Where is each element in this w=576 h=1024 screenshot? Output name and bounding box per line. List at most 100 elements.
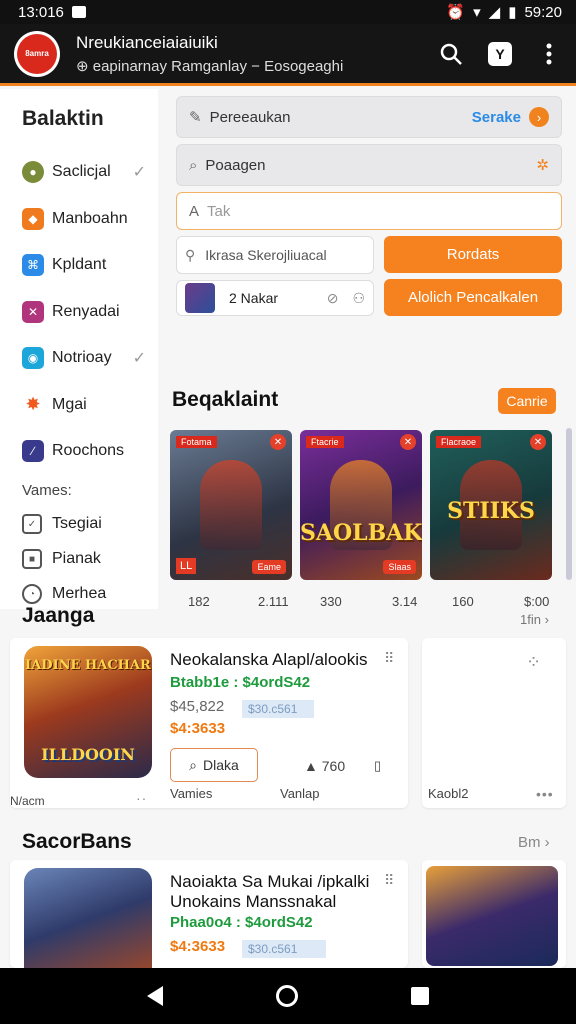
card-title: SAOLBAK [300, 520, 422, 546]
sidebar-subitem-0[interactable]: ✓ Tsegiai [22, 507, 158, 542]
app-icon: ⌘ [22, 254, 44, 277]
product-2-subtitle: Unokains Manssnakal [170, 892, 337, 911]
sidebar-item-2[interactable]: ⌘ Kpldant [22, 242, 158, 289]
featured-more-label: 1fin [520, 612, 541, 627]
notifications-icon[interactable]: Y [488, 41, 512, 66]
sidebar-item-4[interactable]: ◉ Notrioay ✓ [22, 335, 158, 382]
product-thumbnail[interactable]: IADINE HACHAR ILLDOOIN [24, 646, 152, 778]
product-panel-2[interactable]: Naoiakta Sa Mukai /ipkalki Unokains Mans… [10, 860, 408, 968]
sidebar-subitem-label: Pianak [52, 550, 101, 567]
sidebar-subitem-1[interactable]: ■ Pianak [22, 542, 158, 577]
sidebar-item-6[interactable]: ∕ Roochons [22, 428, 158, 475]
box-icon: ◆ [22, 207, 44, 230]
link-icon[interactable]: ⊘ [327, 290, 339, 307]
sidebar-item-1[interactable]: ◆ Manboahn [22, 196, 158, 243]
sidebar-item-0[interactable]: ● Saclicjal ✓ [22, 149, 158, 196]
more-dots-icon[interactable]: ·· [136, 790, 147, 806]
game-card-1[interactable]: Ftacrie ✕ SAOLBAK Slaas [300, 430, 422, 580]
side-panel-2[interactable] [422, 860, 566, 968]
sidebar-title: Balaktin [22, 107, 104, 130]
search-icon: ⌕ [189, 156, 198, 174]
more-vert-icon[interactable] [536, 41, 562, 67]
product-discount: $4:3633 [170, 720, 226, 737]
sidebar-item-5[interactable]: ✸ Mgai [22, 382, 158, 429]
gamepad-icon[interactable]: ⚇ [352, 290, 365, 307]
user-row[interactable]: 2 Nakar ⊘ ⚇ [176, 280, 374, 316]
field-4[interactable]: ⚲ Ikrasa Skerojliuacal [176, 236, 374, 274]
search-icon[interactable] [438, 41, 464, 67]
sword-icon: ✕ [530, 434, 546, 450]
sidebar-subitem-label: Tsegiai [52, 515, 102, 532]
card-tag: Flacraoe [436, 436, 482, 448]
sidebar-subitem-label: Merhea [52, 585, 107, 602]
product-2-price: Phaa0o4 : $4ordS42 [170, 914, 313, 931]
hero-image [200, 460, 262, 550]
grip-icon[interactable]: ⠿ [384, 872, 395, 889]
side-thumbnail[interactable] [426, 866, 558, 966]
product-thumbnail-2[interactable] [24, 868, 152, 968]
featured-more-link[interactable]: 1fin › [520, 612, 549, 627]
more-dots-icon[interactable]: ••• [536, 786, 554, 802]
gear-icon[interactable]: ✲ [536, 156, 549, 174]
check-icon: ✓ [132, 350, 146, 368]
card-1-label-left: 330 [320, 594, 342, 609]
home-icon[interactable] [275, 985, 298, 1007]
square-icon: ■ [22, 549, 42, 569]
app-bar: 8amra Nreukianceiaiaiuiki ⊕ eapinarnay R… [0, 24, 576, 86]
product-panel[interactable]: IADINE HACHAR ILLDOOIN Neokalanska Alapl… [10, 638, 408, 808]
card-1-label-right: 3.14 [392, 594, 418, 609]
card-2-label-right: $:00 [524, 594, 550, 609]
field-3[interactable]: A Tak [176, 192, 562, 230]
thumb-up-icon: ▲ [304, 758, 318, 774]
card-bottom-tag: Slaas [383, 560, 416, 574]
user-icon: A [189, 202, 200, 220]
arrow-right-icon[interactable]: › [529, 107, 549, 127]
product-title: Neokalanska Alapl/alookis [170, 650, 368, 669]
recents-icon[interactable] [411, 987, 430, 1005]
square-check-icon: ✓ [22, 514, 42, 534]
primary-button[interactable]: Rordats [384, 236, 562, 273]
system-nav-bar [0, 968, 576, 1024]
user-avatar [185, 283, 215, 313]
side-panel-label: Kaobl2 [428, 786, 469, 801]
secondary-button[interactable]: Alolich Pencalkalen [384, 279, 562, 316]
like-count[interactable]: ▲ 760 [304, 758, 345, 774]
field-1[interactable]: ✎ Pereeaukan Serake › [176, 96, 562, 138]
field-2[interactable]: ⌕ Poaagen ✲ [176, 144, 562, 186]
back-icon[interactable] [146, 986, 163, 1006]
app-logo[interactable]: 8amra [14, 30, 60, 77]
card-tag: Ftacrie [306, 436, 344, 448]
section3-more-link[interactable]: Bm › [518, 834, 550, 851]
sidebar: Balaktin ● Saclicjal ✓ ◆ Manboahn ⌘ Kpld… [0, 89, 158, 609]
card-tag: Fotama [176, 436, 217, 448]
game-card-2[interactable]: Flacraoe ✕ STIIKS [430, 430, 552, 580]
field-4-value: Ikrasa Skerojliuacal [205, 247, 327, 263]
grip-icon[interactable]: ⠿ [384, 650, 395, 667]
game-card-0[interactable]: Fotama ✕ LL Eame [170, 430, 292, 580]
field-1-link[interactable]: Serake [472, 109, 521, 126]
product-foot-left: Vamies [170, 786, 213, 801]
card-title: STIIKS [447, 498, 535, 524]
battery-text: 59:20 [524, 3, 562, 21]
side-panel[interactable]: ⁘ Kaobl2 ••• [422, 638, 566, 808]
wifi-icon: ▾ [473, 4, 481, 21]
bookmark-icon[interactable]: ▯ [374, 758, 381, 774]
section2-title: Jaanga [22, 604, 95, 627]
pencil-icon: ✎ [189, 109, 202, 126]
like-count-value: 760 [321, 758, 346, 774]
product-foot-mid: Vanlap [280, 786, 320, 801]
section3-title: SacorBans [22, 830, 132, 853]
product-2-discount: $4:3633 [170, 938, 226, 955]
loading-icon: ⁘ [526, 652, 543, 672]
featured-pill-button[interactable]: Canrie [498, 388, 556, 414]
card-0-label-right: 2.111 [258, 594, 289, 609]
price-badge: $30.c561 [242, 700, 314, 718]
sidebar-item-3[interactable]: ✕ Renyadai [22, 289, 158, 336]
section3-more-label: Bm [518, 834, 541, 851]
card-bottom-tag: Eame [252, 560, 286, 574]
scrollbar[interactable] [566, 428, 572, 580]
app-title: Nreukianceiaiaiuiki [76, 32, 218, 52]
product-action-button[interactable]: ⌕ Dlaka [170, 748, 258, 782]
location-icon: ⚲ [185, 246, 196, 263]
sidebar-item-label: Kpldant [52, 256, 107, 274]
